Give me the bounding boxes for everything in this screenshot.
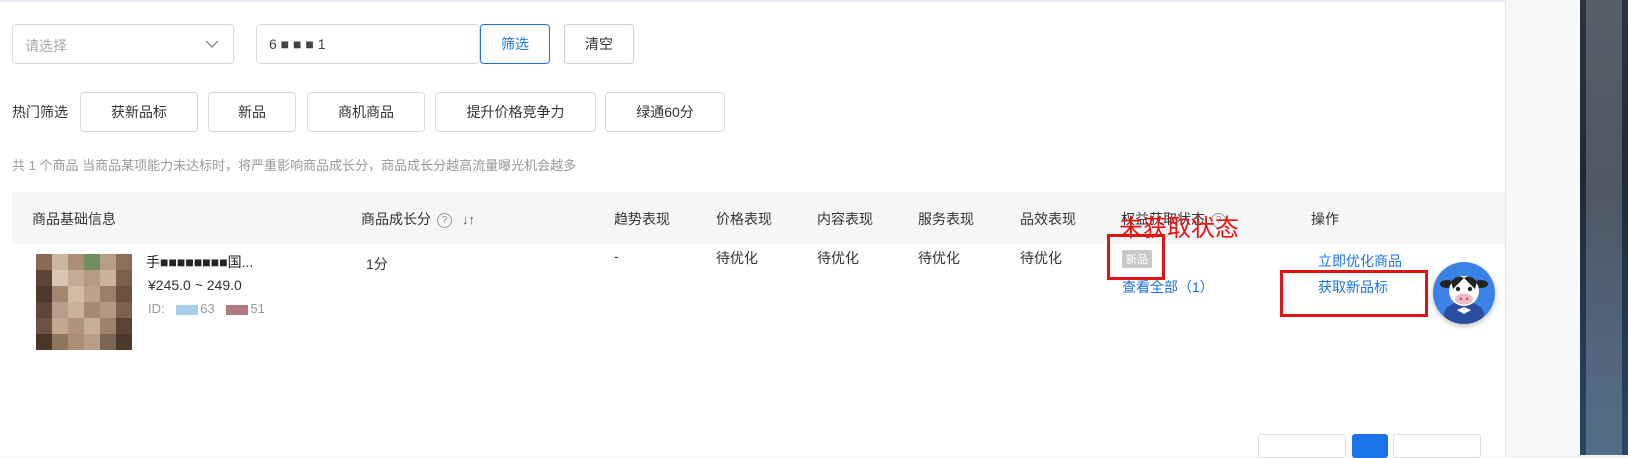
product-id-part: 63 — [200, 301, 215, 316]
hot-filter-label: 提升价格竞争力 — [466, 104, 565, 120]
annotation-box-action — [1280, 270, 1428, 317]
hot-filters-label: 热门筛选 — [12, 104, 68, 120]
hot-filter-green-channel[interactable]: 绿通60分 — [605, 92, 725, 132]
header-growth-score[interactable]: 商品成长分? ↓↑ — [361, 209, 475, 229]
header-content: 内容表现 — [817, 211, 873, 227]
category-select[interactable]: 请选择 — [12, 24, 234, 64]
header-price: 价格表现 — [716, 211, 772, 227]
cow-mascot-icon — [1440, 276, 1488, 324]
header-quality: 品效表现 — [1020, 211, 1076, 227]
hot-filter-new-tag[interactable]: 获新品标 — [80, 92, 198, 132]
product-id-part: 51 — [250, 301, 265, 316]
hot-filter-label: 绿通60分 — [636, 104, 694, 120]
product-thumbnail[interactable] — [36, 254, 133, 351]
assistant-avatar[interactable] — [1433, 262, 1495, 324]
product-price: ¥245.0 ~ 249.0 — [148, 277, 242, 293]
pagination-current[interactable] — [1352, 434, 1388, 458]
view-all-rights-link[interactable]: 查看全部（1） — [1122, 277, 1214, 297]
price-value: 待优化 — [716, 250, 758, 266]
redacted-block — [226, 304, 249, 315]
result-summary: 共 1 个商品 当商品某项能力未达标时，将严重影响商品成长分，商品成长分越高流量… — [12, 158, 577, 173]
trend-value: - — [614, 248, 619, 264]
pagination-prev[interactable] — [1258, 434, 1346, 458]
scrollbar[interactable] — [1586, 0, 1622, 455]
quality-value: 待优化 — [1020, 250, 1062, 266]
annotation-box-badge — [1107, 234, 1165, 280]
chevron-down-icon — [205, 40, 219, 48]
hot-filter-label: 商机商品 — [338, 104, 394, 120]
pagination-next[interactable] — [1393, 434, 1481, 458]
search-input[interactable]: 6 ■ ■ ■ 1 — [256, 24, 480, 64]
hot-filter-label: 新品 — [238, 104, 266, 120]
product-id-label: ID: — [148, 301, 165, 316]
service-value: 待优化 — [918, 250, 960, 266]
filter-button[interactable]: 筛选 — [480, 24, 550, 64]
header-trend: 趋势表现 — [614, 211, 670, 227]
filter-button-label: 筛选 — [501, 36, 529, 52]
product-id: ID: 63 51 — [148, 301, 265, 316]
header-product-info: 商品基础信息 — [32, 211, 116, 227]
help-icon[interactable]: ? — [437, 213, 452, 228]
main-content: 请选择 6 ■ ■ ■ 1 筛选 清空 热门筛选 获新品标 新品 商机商品 提升… — [0, 0, 1505, 458]
search-value-text: 6 ■ ■ ■ 1 — [269, 36, 326, 52]
window-edge — [1580, 0, 1628, 455]
growth-score-value: 1分 — [366, 256, 388, 272]
select-placeholder: 请选择 — [25, 38, 67, 54]
clear-button[interactable]: 清空 — [564, 24, 634, 64]
hot-filter-opportunity[interactable]: 商机商品 — [307, 92, 425, 132]
redacted-block — [176, 304, 199, 315]
optimize-product-link[interactable]: 立即优化商品 — [1318, 251, 1402, 271]
search-value: 6 ■ ■ ■ 1 — [269, 36, 326, 52]
clear-button-label: 清空 — [585, 36, 613, 52]
header-growth-score-label: 商品成长分 — [361, 211, 431, 227]
table-header: 商品基础信息 商品成长分? ↓↑ 趋势表现 价格表现 内容表现 服务表现 品效表现… — [12, 192, 1505, 244]
sort-icon[interactable]: ↓↑ — [462, 212, 475, 227]
header-actions: 操作 — [1311, 211, 1339, 227]
hot-filter-label: 获新品标 — [111, 104, 167, 120]
hot-filter-price-competitiveness[interactable]: 提升价格竞争力 — [435, 92, 596, 132]
content-value: 待优化 — [817, 250, 859, 266]
product-name[interactable]: 手■■■■■■■■国... — [146, 252, 253, 272]
hot-filter-new[interactable]: 新品 — [208, 92, 296, 132]
right-gutter — [1505, 0, 1581, 455]
header-service: 服务表现 — [918, 211, 974, 227]
